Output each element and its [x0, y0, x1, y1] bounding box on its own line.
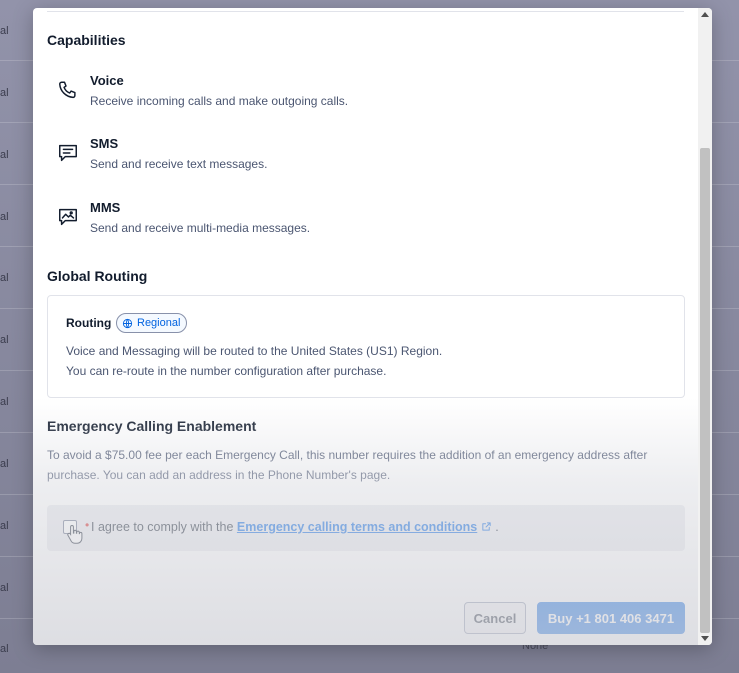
hand-cursor-icon	[67, 524, 83, 544]
routing-description: Voice and Messaging will be routed to th…	[66, 344, 443, 358]
emergency-description: To avoid a $75.00 fee per each Emergency…	[47, 448, 648, 462]
bg-row-text: al	[0, 458, 9, 470]
bg-row-text: al	[0, 25, 9, 37]
bg-row-text: al	[0, 87, 9, 99]
phone-icon	[59, 81, 76, 99]
capability-mms: MMS Send and receive multi-media message…	[57, 200, 657, 244]
routing-card: Routing Regional Voice and Messaging wil…	[47, 295, 685, 398]
bg-row-text: al	[0, 643, 9, 655]
capability-description: Receive incoming calls and make outgoing…	[90, 94, 349, 108]
capability-name: MMS	[90, 200, 121, 215]
external-link-icon	[482, 522, 491, 531]
capability-voice: Voice Receive incoming calls and make ou…	[57, 73, 657, 117]
bg-row-text: al	[0, 520, 9, 532]
bg-row-text: al	[0, 149, 9, 161]
vertical-scrollbar[interactable]	[698, 8, 712, 645]
image-message-icon	[59, 208, 77, 226]
emergency-description: purchase. You can add an address in the …	[47, 468, 391, 482]
scroll-up-arrow-icon[interactable]	[701, 12, 709, 17]
bg-row-text: al	[0, 582, 9, 594]
capabilities-title: Capabilities	[47, 32, 126, 48]
bg-row-text: al	[0, 272, 9, 284]
capability-description: Send and receive text messages.	[90, 157, 268, 171]
bg-row-text: al	[0, 211, 9, 223]
message-icon	[59, 144, 77, 162]
capability-description: Send and receive multi-media messages.	[90, 221, 311, 235]
capability-name: Voice	[90, 73, 124, 88]
buy-number-modal: Capabilities Voice Receive incoming call…	[33, 8, 712, 645]
routing-description: You can re-route in the number configura…	[66, 364, 387, 378]
cancel-button[interactable]: Cancel	[464, 602, 526, 634]
globe-icon	[122, 318, 133, 328]
scrollbar-thumb[interactable]	[700, 148, 710, 633]
global-routing-title: Global Routing	[47, 268, 148, 284]
emergency-terms-link-label: Emergency calling terms and conditions	[236, 520, 478, 534]
agree-suffix: .	[495, 520, 499, 534]
regional-badge: Regional	[116, 313, 188, 333]
agree-row: • I agree to comply with the Emergency c…	[47, 505, 685, 551]
buy-number-button[interactable]: Buy +1 801 406 3471	[537, 602, 685, 634]
emergency-terms-link[interactable]: Emergency calling terms and conditions	[237, 520, 477, 534]
emergency-title: Emergency Calling Enablement	[47, 418, 257, 434]
capability-sms: SMS Send and receive text messages.	[57, 136, 657, 180]
agree-label: I agree to comply with the Emergency cal…	[91, 520, 499, 534]
capability-name: SMS	[90, 136, 119, 151]
bg-row-text: al	[0, 396, 9, 408]
agree-prefix: I agree to comply with the	[91, 520, 234, 534]
top-divider	[47, 11, 684, 12]
bg-row-text: al	[0, 334, 9, 346]
required-indicator: •	[85, 518, 90, 532]
scroll-down-arrow-icon[interactable]	[701, 636, 709, 641]
routing-label: Routing	[66, 316, 112, 330]
regional-badge-label: Regional	[137, 317, 181, 329]
